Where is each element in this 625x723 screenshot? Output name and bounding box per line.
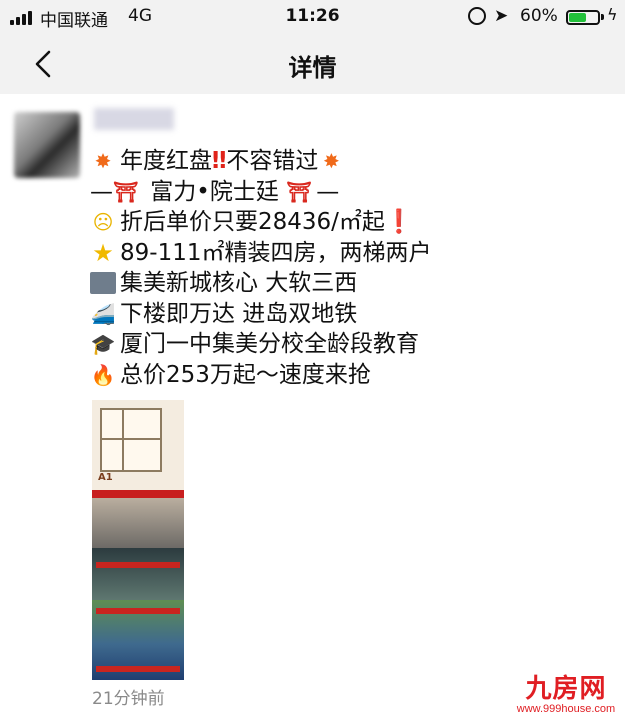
line-text: 不容错过: [226, 148, 319, 175]
location-arrow-icon: ➤: [494, 6, 509, 26]
interior-photo: [92, 490, 184, 548]
moment-post: ✸ 年度红盘 ‼ 不容错过 ✸ — ⛩ 富力•院士廷 ⛩ — ☹ 折后单价只要2…: [0, 94, 625, 723]
line-text: 下楼即万达 进岛双地铁: [120, 300, 358, 327]
line-text: 厦门一中集美分校全龄段教育: [120, 331, 419, 358]
torii-gate-icon: ⛩: [113, 179, 139, 204]
building-photo: [92, 548, 184, 600]
orientation-lock-icon: [468, 7, 486, 25]
navigation-bar: 详情: [0, 34, 625, 94]
avatar[interactable]: [14, 112, 80, 178]
collision-icon: ✸: [323, 149, 340, 174]
watermark-logo: 九房网 www.999house.com: [510, 675, 622, 715]
battery-icon: [566, 10, 600, 25]
post-line-6: 🚄 下楼即万达 进岛双地铁: [90, 299, 610, 330]
post-line-1: ✸ 年度红盘 ‼ 不容错过 ✸: [90, 146, 610, 177]
page-title: 详情: [288, 54, 337, 82]
post-line-2: — ⛩ 富力•院士廷 ⛩ —: [90, 177, 610, 208]
dash: —: [90, 178, 113, 205]
post-line-8: 🔥 总价253万起～速度来抢: [90, 360, 610, 391]
double-exclamation-icon: ‼: [212, 148, 227, 175]
glowing-star-icon: ★: [92, 238, 114, 267]
exclamation-icon: ❗: [384, 209, 414, 236]
screaming-face-icon: ☹: [92, 210, 114, 235]
status-bar: 中国联通 4G 11:26 ➤ 60% ϟ: [0, 0, 625, 34]
floor-plan-image: A1: [92, 400, 184, 490]
battery-cap: [601, 14, 604, 20]
office-building-icon: [90, 272, 116, 295]
post-line-3: ☹ 折后单价只要28436/㎡起 ❗: [90, 207, 610, 238]
post-line-4: ★ 89-111㎡精装四房，两梯两户: [90, 238, 610, 269]
aerial-photo: [92, 600, 184, 680]
line-text: 年度红盘: [120, 148, 212, 175]
line-text: 89-111㎡精装四房，两梯两户: [120, 239, 432, 266]
collision-icon: ✸: [94, 149, 112, 174]
graduation-cap-icon: 🎓: [90, 332, 116, 357]
line-text: 集美新城核心 大软三西: [120, 270, 358, 297]
line-text: 总价253万起～速度来抢: [120, 361, 371, 388]
post-line-5: 集美新城核心 大软三西: [90, 268, 610, 299]
high-speed-train-icon: 🚄: [90, 301, 116, 326]
battery-fill: [569, 13, 586, 22]
line-text: 折后单价只要28436/㎡起: [120, 209, 385, 236]
post-text: ✸ 年度红盘 ‼ 不容错过 ✸ — ⛩ 富力•院士廷 ⛩ — ☹ 折后单价只要2…: [90, 146, 610, 390]
post-image[interactable]: A1: [92, 400, 184, 680]
line-text: 富力•院士廷: [143, 178, 287, 205]
torii-gate-icon: ⛩: [286, 179, 312, 204]
dash: —: [316, 178, 340, 205]
charging-bolt-icon: ϟ: [607, 5, 618, 24]
watermark-brand: 九房网: [525, 674, 607, 704]
watermark-url: www.999house.com: [516, 703, 616, 715]
fire-icon: 🔥: [90, 362, 116, 387]
battery-percentage: 60%: [520, 6, 558, 26]
post-line-7: 🎓 厦门一中集美分校全龄段教育: [90, 329, 610, 360]
post-timestamp: 21分钟前: [92, 689, 165, 709]
author-name[interactable]: [94, 108, 174, 130]
